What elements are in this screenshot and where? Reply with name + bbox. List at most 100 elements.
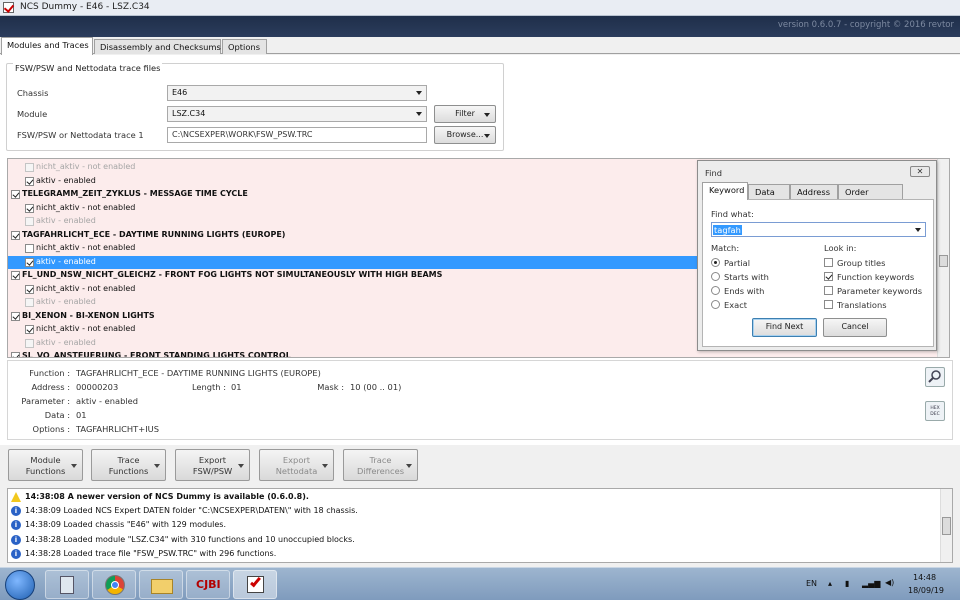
chevron-down-icon (416, 112, 422, 116)
bottom-button-2[interactable]: Export FSW/PSW (175, 449, 250, 481)
language-indicator[interactable]: EN (806, 579, 817, 588)
row-checkbox[interactable] (25, 163, 34, 172)
row-checkbox[interactable] (25, 217, 34, 226)
bottom-button-0[interactable]: Module Functions (8, 449, 83, 481)
network-icon[interactable]: ▂▄▆ (862, 579, 880, 588)
battery-icon[interactable]: ▮ (845, 579, 849, 588)
function-row[interactable]: SL_VO_ANSTEUERUNG - FRONT STANDING LIGHT… (8, 350, 938, 357)
taskbar-chrome[interactable] (92, 570, 136, 599)
scrollbar-thumb[interactable] (942, 517, 951, 535)
bottom-button-4[interactable]: Trace Differences (343, 449, 418, 481)
row-checkbox[interactable] (25, 203, 34, 213)
row-checkbox[interactable] (25, 244, 34, 253)
match-option-label[interactable]: Partial (724, 258, 750, 268)
row-checkbox[interactable] (11, 230, 20, 240)
find-what-combo[interactable]: tagfah (711, 222, 926, 237)
log-text: 14:38:28 Loaded trace file "FSW_PSW.TRC"… (25, 548, 277, 558)
look-in-label: Look in: (824, 243, 857, 253)
match-option-label[interactable]: Exact (724, 300, 747, 310)
search-button[interactable] (925, 367, 945, 387)
clock-time[interactable]: 14:48 (913, 573, 936, 582)
row-checkbox[interactable] (25, 257, 34, 267)
row-label: TELEGRAMM_ZEIT_ZYKLUS - MESSAGE TIME CYC… (22, 189, 248, 198)
match-radio[interactable] (711, 286, 720, 295)
look-in-option-label[interactable]: Group titles (837, 258, 885, 268)
row-checkbox[interactable] (25, 176, 34, 186)
row-label: nicht_aktiv - not enabled (36, 243, 136, 252)
log-scrollbar[interactable] (940, 489, 952, 562)
cancel-button[interactable]: Cancel (823, 318, 887, 337)
chassis-value: E46 (172, 88, 188, 97)
match-option-label[interactable]: Ends with (724, 286, 764, 296)
taskbar-app[interactable]: CJBI (186, 570, 230, 599)
close-button[interactable]: ✕ (910, 166, 930, 177)
search-icon (928, 370, 941, 383)
bottom-button-1[interactable]: Trace Functions (91, 449, 166, 481)
find-tab-order-option[interactable]: Order option (838, 184, 903, 207)
taskbar-explorer[interactable] (139, 570, 183, 599)
look-in-option-label[interactable]: Function keywords (837, 272, 914, 282)
tray-expand-icon[interactable]: ▴ (828, 579, 832, 588)
row-checkbox[interactable] (11, 311, 20, 321)
data-value: 01 (76, 410, 87, 420)
row-checkbox[interactable] (11, 352, 20, 357)
match-option-label[interactable]: Starts with (724, 272, 769, 282)
chassis-label: Chassis (17, 88, 49, 98)
row-checkbox[interactable] (11, 271, 20, 280)
bottom-button-3[interactable]: Export Nettodata (259, 449, 334, 481)
look-in-checkbox[interactable] (824, 272, 833, 281)
row-label: aktiv - enabled (36, 175, 96, 185)
scrollbar-thumb[interactable] (939, 255, 948, 267)
taskbar-calculator[interactable] (45, 570, 89, 599)
find-tab-address[interactable]: Address (790, 184, 838, 199)
browse-label: Browse... (446, 130, 484, 139)
taskbar-ncs-dummy[interactable] (233, 570, 277, 599)
browse-button[interactable]: Browse... (434, 126, 496, 144)
title-bar: NCS Dummy - E46 - LSZ.C34 (0, 0, 960, 16)
close-icon: ✕ (916, 167, 924, 176)
trace-path-field[interactable]: C:\NCSEXPER\WORK\FSW_PSW.TRC (167, 127, 427, 143)
row-checkbox[interactable] (11, 190, 20, 199)
row-checkbox[interactable] (25, 325, 34, 334)
row-checkbox[interactable] (25, 298, 34, 307)
checkmark-icon (247, 575, 264, 593)
info-icon: i (11, 506, 21, 517)
find-tab-data[interactable]: Data (748, 184, 790, 199)
match-radio[interactable] (711, 300, 720, 309)
look-in-checkbox[interactable] (824, 258, 833, 267)
match-label: Match: (711, 243, 740, 253)
row-checkbox[interactable] (25, 338, 34, 348)
log-text: 14:38:09 Loaded NCS Expert DATEN folder … (25, 506, 358, 516)
tab-modules-and-traces[interactable]: Modules and Traces (1, 37, 93, 55)
match-radio[interactable] (711, 258, 720, 267)
look-in-checkbox[interactable] (824, 286, 833, 295)
row-checkbox[interactable] (25, 284, 34, 294)
calculator-icon (60, 576, 74, 594)
data-label: Data : (44, 410, 70, 420)
length-value: 01 (231, 382, 242, 392)
options-label: Options : (32, 424, 70, 434)
volume-icon[interactable]: ◀) (885, 578, 894, 587)
list-scrollbar[interactable] (937, 159, 949, 357)
find-tab-keyword[interactable]: Keyword (702, 182, 748, 200)
version-text: version 0.6.0.7 - copyright © 2016 revto… (777, 20, 954, 30)
tab-disassembly[interactable]: Disassembly and Checksums (94, 39, 221, 54)
look-in-option-label[interactable]: Translations (837, 300, 887, 310)
filter-button[interactable]: Filter (434, 105, 496, 123)
look-in-option-label[interactable]: Parameter keywords (837, 286, 922, 296)
function-value: TAGFAHRLICHT_ECE - DAYTIME RUNNING LIGHT… (76, 368, 321, 378)
look-in-checkbox[interactable] (824, 300, 833, 309)
row-label: nicht_aktiv - not enabled (36, 283, 136, 293)
tab-options[interactable]: Options (222, 39, 267, 54)
chevron-down-icon (71, 464, 77, 468)
app-logo-icon: CJBI (196, 578, 221, 591)
start-button[interactable] (5, 570, 35, 600)
hex-dec-toggle[interactable]: HEX DEC (925, 401, 945, 421)
module-select[interactable]: LSZ.C34 (167, 106, 427, 122)
chassis-select[interactable]: E46 (167, 85, 427, 101)
find-what-input[interactable]: tagfah (713, 225, 742, 235)
find-next-button[interactable]: Find Next (752, 318, 817, 337)
match-radio[interactable] (711, 272, 720, 281)
clock-date[interactable]: 18/09/19 (908, 586, 944, 595)
taskbar: CJBI EN ▴ ▮ ▂▄▆ ◀) 14:48 18/09/19 (0, 567, 960, 600)
